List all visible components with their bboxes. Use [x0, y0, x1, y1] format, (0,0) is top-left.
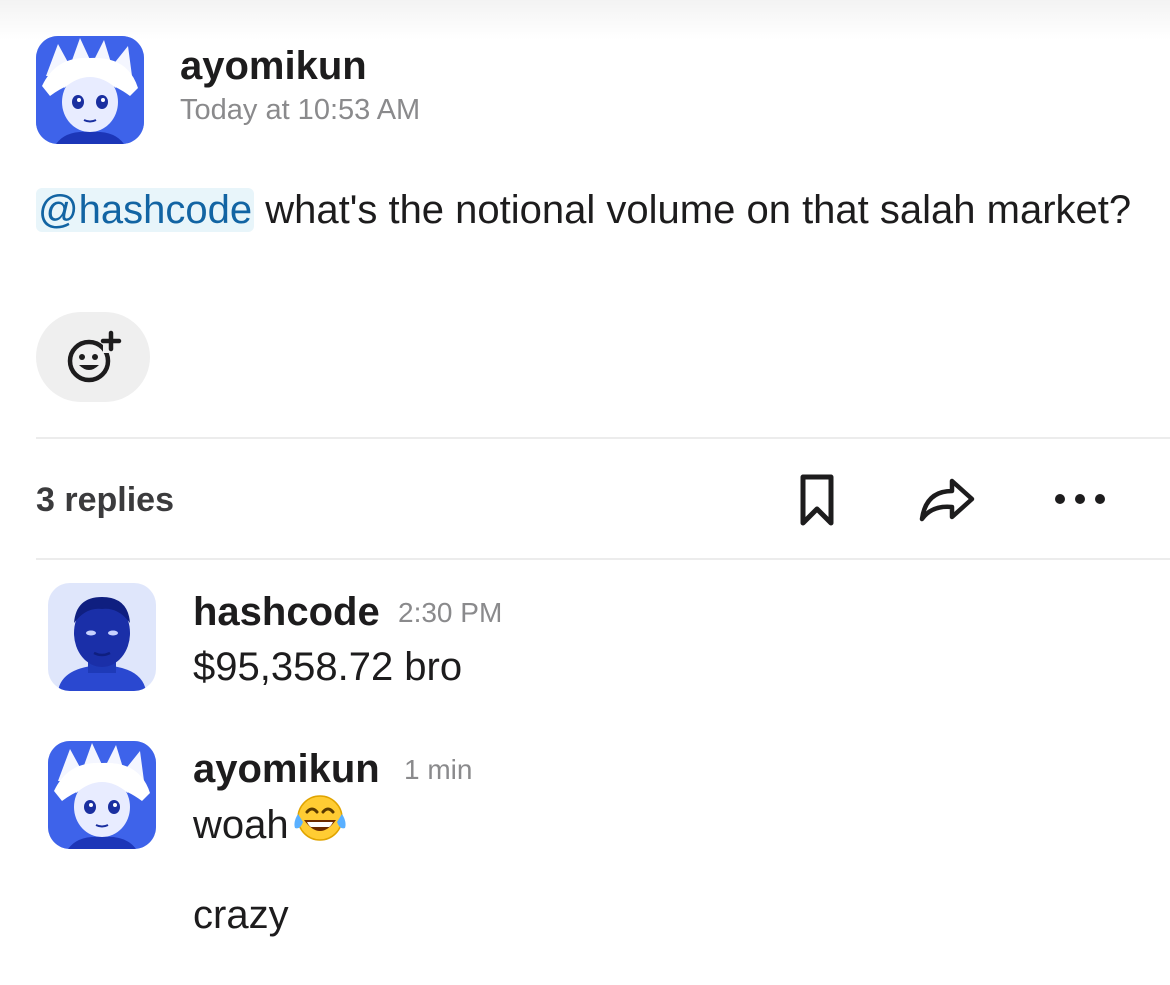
more-horizontal-icon[interactable]	[1050, 484, 1110, 514]
mention-link[interactable]: @hashcode	[36, 188, 255, 232]
reply-time: 2:30 PM	[398, 597, 503, 628]
avatar[interactable]	[36, 36, 144, 144]
reply-time: 1 min	[404, 754, 473, 785]
anime-avatar-image	[48, 741, 156, 849]
message-body: @hashcode what's the notional volume on …	[36, 182, 1136, 238]
bookmark-icon[interactable]	[793, 472, 841, 528]
message-text: what's the notional volume on that salah…	[254, 188, 1132, 232]
author-name[interactable]: ayomikun	[180, 42, 367, 90]
divider	[36, 437, 1170, 439]
face-with-tears-of-joy-icon	[291, 792, 349, 854]
avatar[interactable]	[48, 741, 156, 849]
profile-photo-avatar	[48, 583, 156, 691]
message-timestamp: Today at 10:53 AM	[180, 94, 421, 126]
share-arrow-icon[interactable]	[917, 474, 977, 524]
add-reaction-button[interactable]	[36, 312, 150, 402]
reply-text: crazy	[193, 893, 289, 937]
reply-line: woah	[193, 795, 349, 854]
replies-count[interactable]: 3 replies	[36, 478, 174, 522]
reply-text: woah	[193, 803, 289, 847]
reply-author[interactable]: ayomikun	[193, 745, 380, 793]
top-shade	[0, 0, 1170, 40]
divider	[36, 558, 1170, 560]
avatar[interactable]	[48, 583, 156, 691]
add-reaction-icon	[67, 330, 122, 383]
reply-text: $95,358.72 bro	[193, 645, 463, 689]
reply-author[interactable]: hashcode	[193, 588, 380, 636]
anime-avatar-image	[36, 36, 144, 144]
